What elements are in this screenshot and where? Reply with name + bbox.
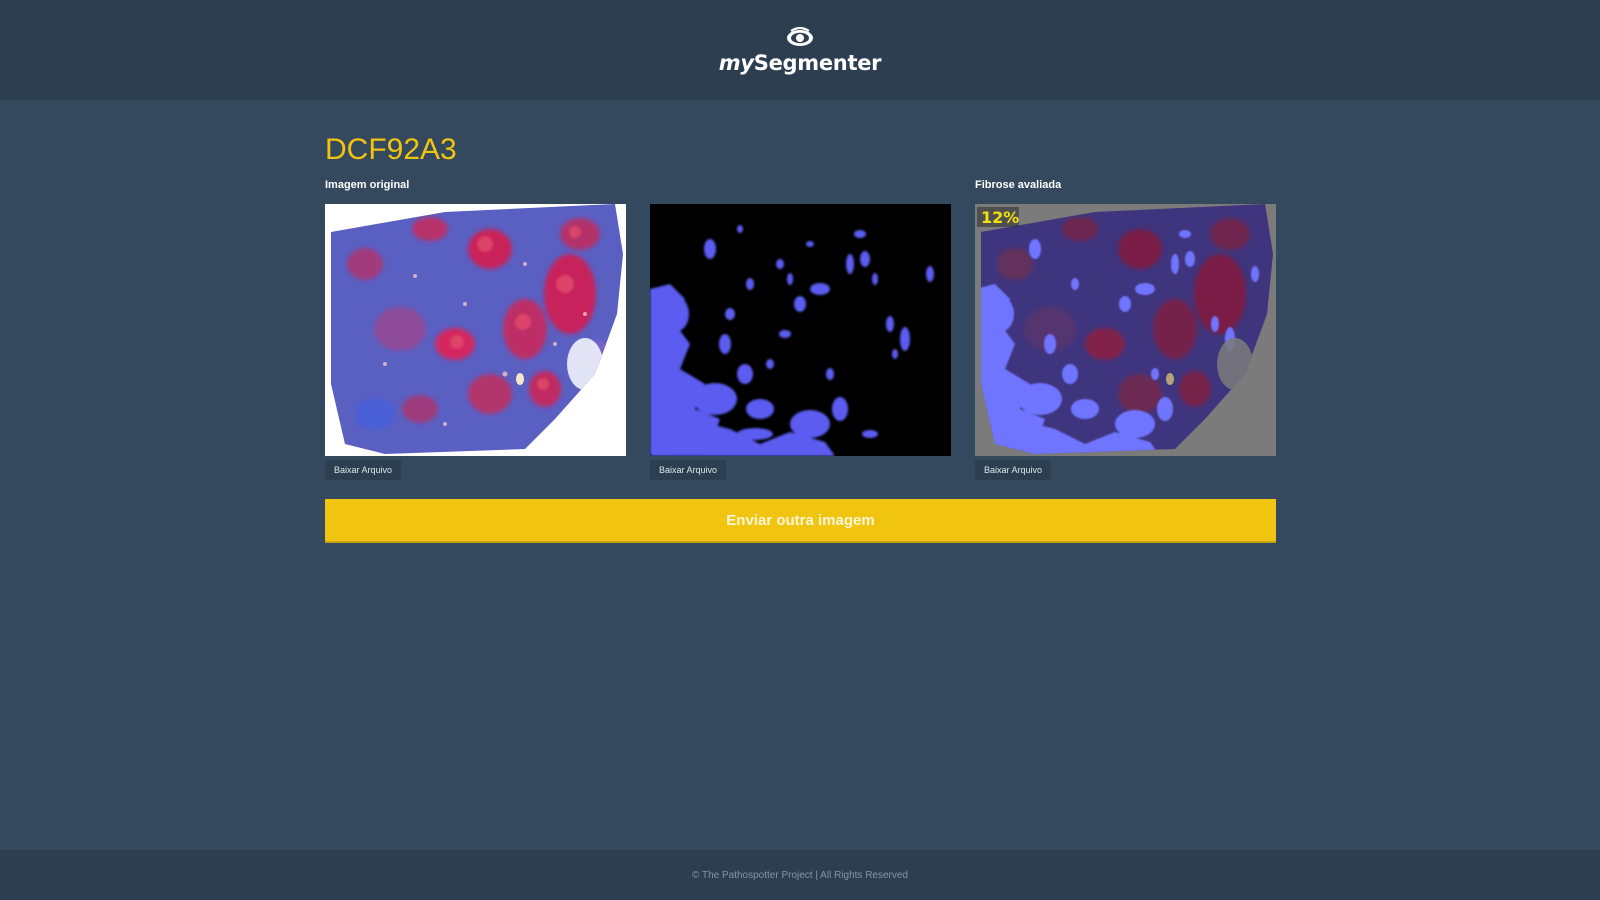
panel-overlay: Fibrose avaliada 12% Baixar Arquivo <box>975 176 1276 480</box>
download-original-button[interactable]: Baixar Arquivo <box>325 460 402 480</box>
fibrosis-overlay-image: 12% <box>975 204 1276 456</box>
download-overlay-button[interactable]: Baixar Arquivo <box>975 460 1052 480</box>
footer: © The Pathospotter Project | All Rights … <box>0 850 1600 900</box>
download-mask-button[interactable]: Baixar Arquivo <box>650 460 727 480</box>
original-tissue-image <box>325 204 626 456</box>
panel-label-mask <box>650 176 951 194</box>
image-panels-row: Imagem original Baixar Arquivo Baixar Ar… <box>325 176 1276 480</box>
fibrosis-percent-badge: 12% <box>981 208 1019 227</box>
panel-original: Imagem original Baixar Arquivo <box>325 176 626 480</box>
panel-label-overlay: Fibrose avaliada <box>975 179 1062 191</box>
logo-suffix: Segmenter <box>753 50 882 75</box>
app-logo[interactable]: mySegmenter <box>718 50 882 75</box>
sample-id-title: DCF92A3 <box>325 133 457 166</box>
logo-prefix: my <box>718 50 754 75</box>
eye-icon <box>787 26 813 46</box>
top-bar: mySegmenter <box>0 0 1600 100</box>
send-another-image-button[interactable]: Enviar outra imagem <box>325 499 1276 541</box>
panel-mask: Baixar Arquivo <box>650 176 951 480</box>
fibrosis-mask-image <box>650 204 951 456</box>
panel-label-original: Imagem original <box>325 179 410 191</box>
results-section: DCF92A3 Imagem original Baixar Arquivo B… <box>325 130 1276 541</box>
footer-copyright: © The Pathospotter Project | All Rights … <box>692 869 908 881</box>
